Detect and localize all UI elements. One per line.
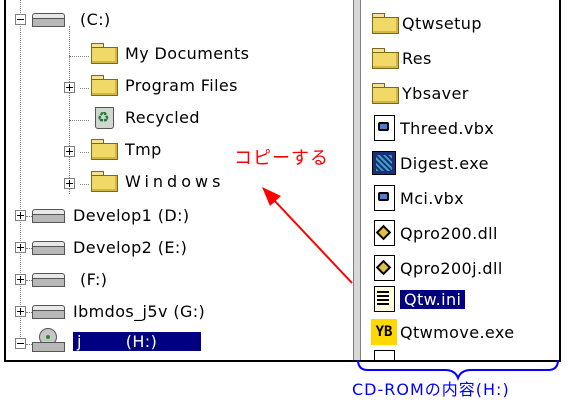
cd-rom-caption: CD-ROMの内容(H:)	[352, 380, 510, 399]
brace-annotation	[357, 359, 559, 381]
